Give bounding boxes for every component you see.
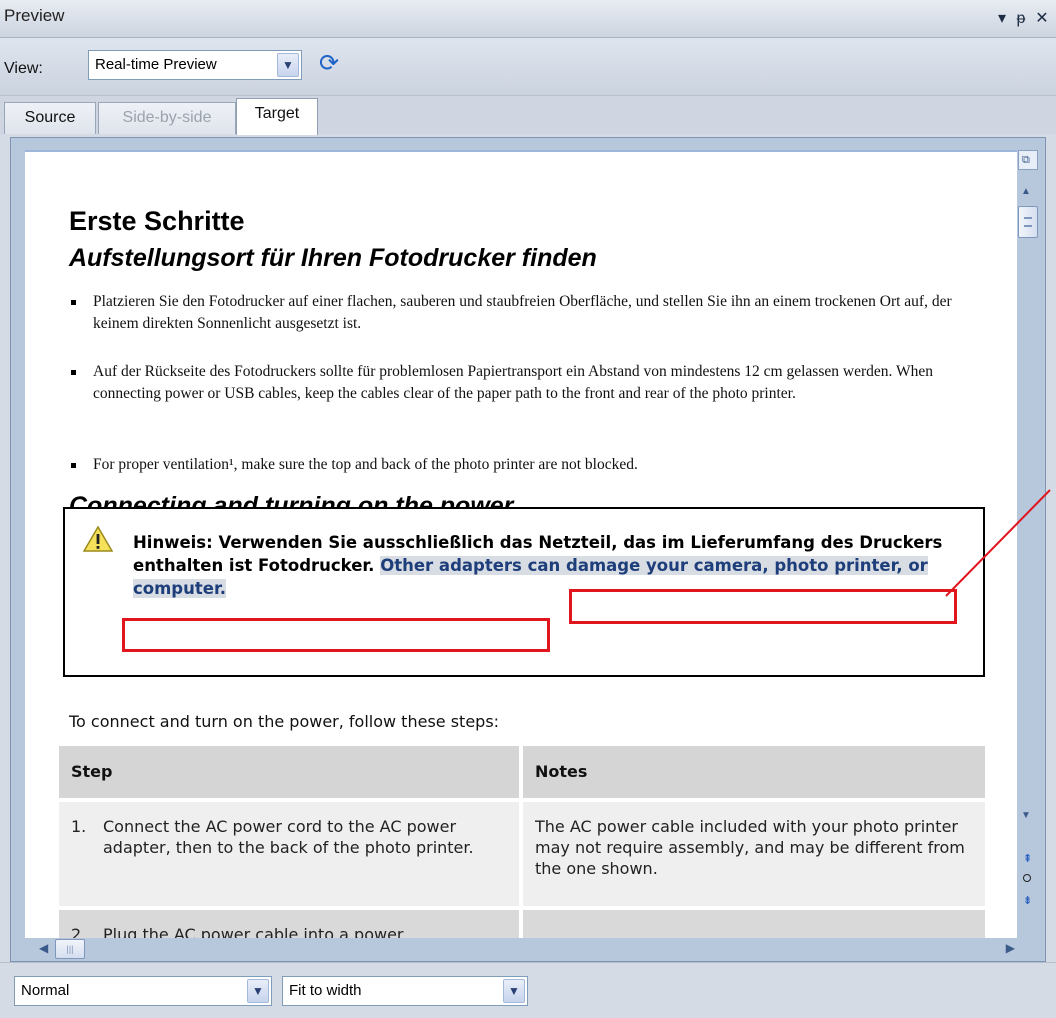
chevron-down-icon[interactable]: ▼ [503,979,525,1003]
tab-side-by-side[interactable]: Side-by-side [98,102,236,134]
pin-icon[interactable]: ᵽ [1011,8,1031,30]
horizontal-scroll-thumb[interactable]: ||| [55,939,85,959]
step-number: 2. [71,925,87,938]
close-icon[interactable]: ✕ [1032,8,1052,30]
vertical-scrollbar[interactable]: ⧉ ▲ ▼ ⇞ ⇟ [1017,150,1039,938]
view-label: View: [4,60,43,77]
scroll-right-icon[interactable]: ▶ [1006,941,1015,955]
step-text: Plug the AC power cable into a power [103,925,404,938]
preview-frame: Erste Schritte Aufstellungsort für Ihren… [10,137,1046,962]
table-header-row: Step Notes [59,746,985,798]
heading-erste-schritte: Erste Schritte [69,206,245,236]
style-select-value: Normal [21,982,70,999]
panel-title: Preview [4,6,65,25]
heading-aufstellungsort: Aufstellungsort für Ihren Fotodrucker fi… [69,244,597,272]
tab-target[interactable]: Target [236,98,318,135]
previous-page-icon[interactable]: ⇞ [1023,852,1032,865]
chevron-down-icon[interactable]: ▼ [277,53,299,77]
list-item-text: Auf der Rückseite des Fotodruckers sollt… [93,363,933,402]
scroll-up-icon[interactable]: ▲ [1021,186,1031,197]
refresh-icon[interactable]: ⟳ [314,49,344,79]
list-item: For proper ventilation¹, make sure the t… [71,454,991,476]
view-select[interactable]: Real-time Preview ▼ [88,50,302,80]
list-item-text: Platzieren Sie den Fotodrucker auf einer… [93,293,952,332]
table-header-cell: Step [59,746,519,798]
list-item: Platzieren Sie den Fotodrucker auf einer… [71,291,991,335]
table-row: 2. Plug the AC power cable into a power [59,910,985,938]
browse-object-icon[interactable] [1023,874,1031,882]
list-item-text: For proper ventilation¹, make sure the t… [93,456,638,473]
panel-menu-dropdown-icon[interactable]: ▾ [992,8,1012,30]
annotation-box [122,618,550,652]
document-page[interactable]: Erste Schritte Aufstellungsort für Ihren… [25,150,1017,938]
bullet-icon [71,300,76,305]
step-text: Connect the AC power cord to the AC powe… [103,817,474,857]
panel-titlebar: Preview ▾ ᵽ ✕ [0,0,1056,38]
chevron-down-icon[interactable]: ▼ [247,979,269,1003]
annotation-box [569,589,957,624]
step-number: 1. [71,817,87,836]
zoom-select[interactable]: Fit to width ▼ [282,976,528,1006]
bullet-icon [71,463,76,468]
table-cell: The AC power cable included with your ph… [523,802,985,906]
view-toolbar: View: Real-time Preview ▼ ⟳ [0,38,1056,96]
table-cell: 1. Connect the AC power cord to the AC po… [59,802,519,906]
list-item: Auf der Rückseite des Fotodruckers sollt… [71,361,991,405]
tab-strip: Source Side-by-side Target [0,96,1056,135]
split-icon: ⧉ [1022,154,1030,166]
style-select[interactable]: Normal ▼ [14,976,272,1006]
tab-source[interactable]: Source [4,102,96,134]
table-cell [523,910,985,938]
table-cell: 2. Plug the AC power cable into a power [59,910,519,938]
grip-icon [1024,217,1032,227]
vertical-scroll-thumb[interactable] [1018,206,1038,238]
warning-icon [83,526,113,552]
scroll-down-icon[interactable]: ▼ [1021,810,1031,821]
scroll-left-icon[interactable]: ◀ [39,941,48,955]
horizontal-scrollbar[interactable]: ◀ ||| ▶ [35,938,1021,960]
next-page-icon[interactable]: ⇟ [1023,894,1032,907]
zoom-select-value: Fit to width [289,982,362,999]
bottom-toolbar: Normal ▼ Fit to width ▼ [0,962,1056,1018]
view-select-value: Real-time Preview [95,56,217,73]
bullet-icon [71,370,76,375]
intro-paragraph: To connect and turn on the power, follow… [69,712,500,731]
table-row: 1. Connect the AC power cord to the AC po… [59,802,985,906]
table-header-cell: Notes [523,746,985,798]
split-view-button[interactable]: ⧉ [1018,150,1038,170]
